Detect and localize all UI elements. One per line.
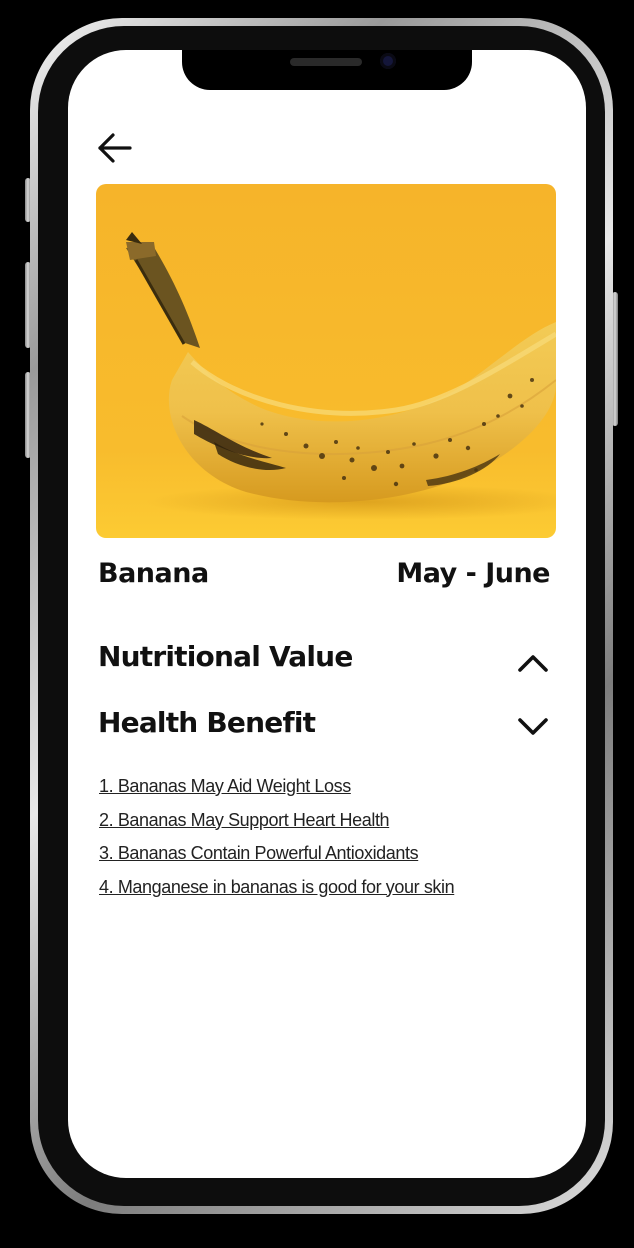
- benefit-link[interactable]: 4. Manganese in bananas is good for your…: [99, 873, 459, 901]
- fruit-header: Banana May - June: [98, 558, 550, 602]
- health-benefits-list: 1. Bananas May Aid Weight Loss 2. Banana…: [99, 772, 459, 906]
- section-health-benefit[interactable]: Health Benefit: [98, 706, 550, 750]
- app-screen: Banana May - June Nutritional Value Heal…: [68, 50, 586, 1178]
- fruit-season: May - June: [396, 558, 550, 589]
- chevron-up-icon[interactable]: [516, 648, 550, 676]
- banana-illustration: [96, 184, 556, 538]
- fruit-image: [96, 184, 556, 538]
- benefit-link[interactable]: 2. Bananas May Support Heart Health: [99, 806, 459, 834]
- section-title: Health Benefit: [98, 706, 316, 739]
- arrow-left-icon: [98, 133, 132, 163]
- section-title: Nutritional Value: [98, 640, 353, 673]
- benefit-link[interactable]: 3. Bananas Contain Powerful Antioxidants: [99, 839, 459, 867]
- stage: Banana May - June Nutritional Value Heal…: [0, 0, 634, 1248]
- speaker-grille: [290, 58, 362, 66]
- back-button[interactable]: [96, 128, 136, 168]
- fruit-name: Banana: [98, 558, 209, 589]
- front-camera: [380, 53, 396, 69]
- benefit-link[interactable]: 1. Bananas May Aid Weight Loss: [99, 772, 459, 800]
- chevron-down-icon[interactable]: [516, 712, 550, 740]
- section-nutritional-value[interactable]: Nutritional Value: [98, 640, 550, 684]
- notch: [182, 50, 472, 90]
